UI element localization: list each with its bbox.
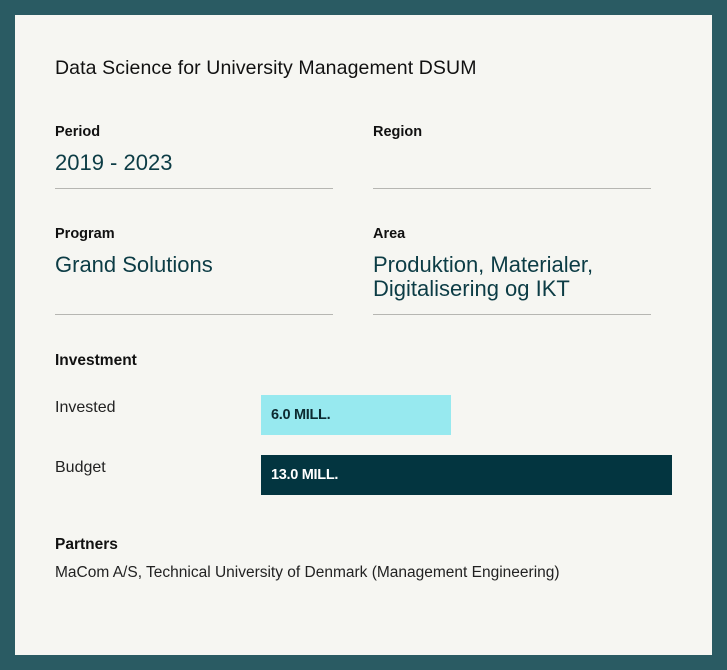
region-field: Region: [373, 123, 651, 189]
region-label: Region: [373, 124, 423, 140]
invested-label: Invested: [55, 399, 116, 416]
area-value: Produktion, Materialer, Digitalisering o…: [373, 252, 594, 301]
program-label: Program: [55, 226, 115, 242]
budget-label: Budget: [55, 459, 106, 476]
period-field: Period 2019 - 2023: [55, 123, 333, 189]
program-value: Grand Solutions: [55, 252, 213, 277]
invested-bar: 6.0 MILL.: [261, 395, 451, 435]
budget-bar-value: 13.0 MILL.: [271, 467, 339, 483]
budget-bar: 13.0 MILL.: [261, 455, 672, 495]
project-card: Data Science for University Management D…: [15, 15, 712, 655]
invested-bar-value: 6.0 MILL.: [271, 407, 331, 423]
area-label: Area: [373, 226, 406, 242]
partners-text: MaCom A/S, Technical University of Denma…: [55, 564, 560, 581]
area-field: Area Produktion, Materialer, Digitaliser…: [373, 225, 651, 315]
investment-heading: Investment: [55, 352, 137, 369]
program-field: Program Grand Solutions: [55, 225, 333, 315]
project-title: Data Science for University Management D…: [55, 57, 477, 79]
period-value: 2019 - 2023: [55, 150, 173, 175]
period-label: Period: [55, 124, 101, 140]
partners-heading: Partners: [55, 536, 118, 553]
